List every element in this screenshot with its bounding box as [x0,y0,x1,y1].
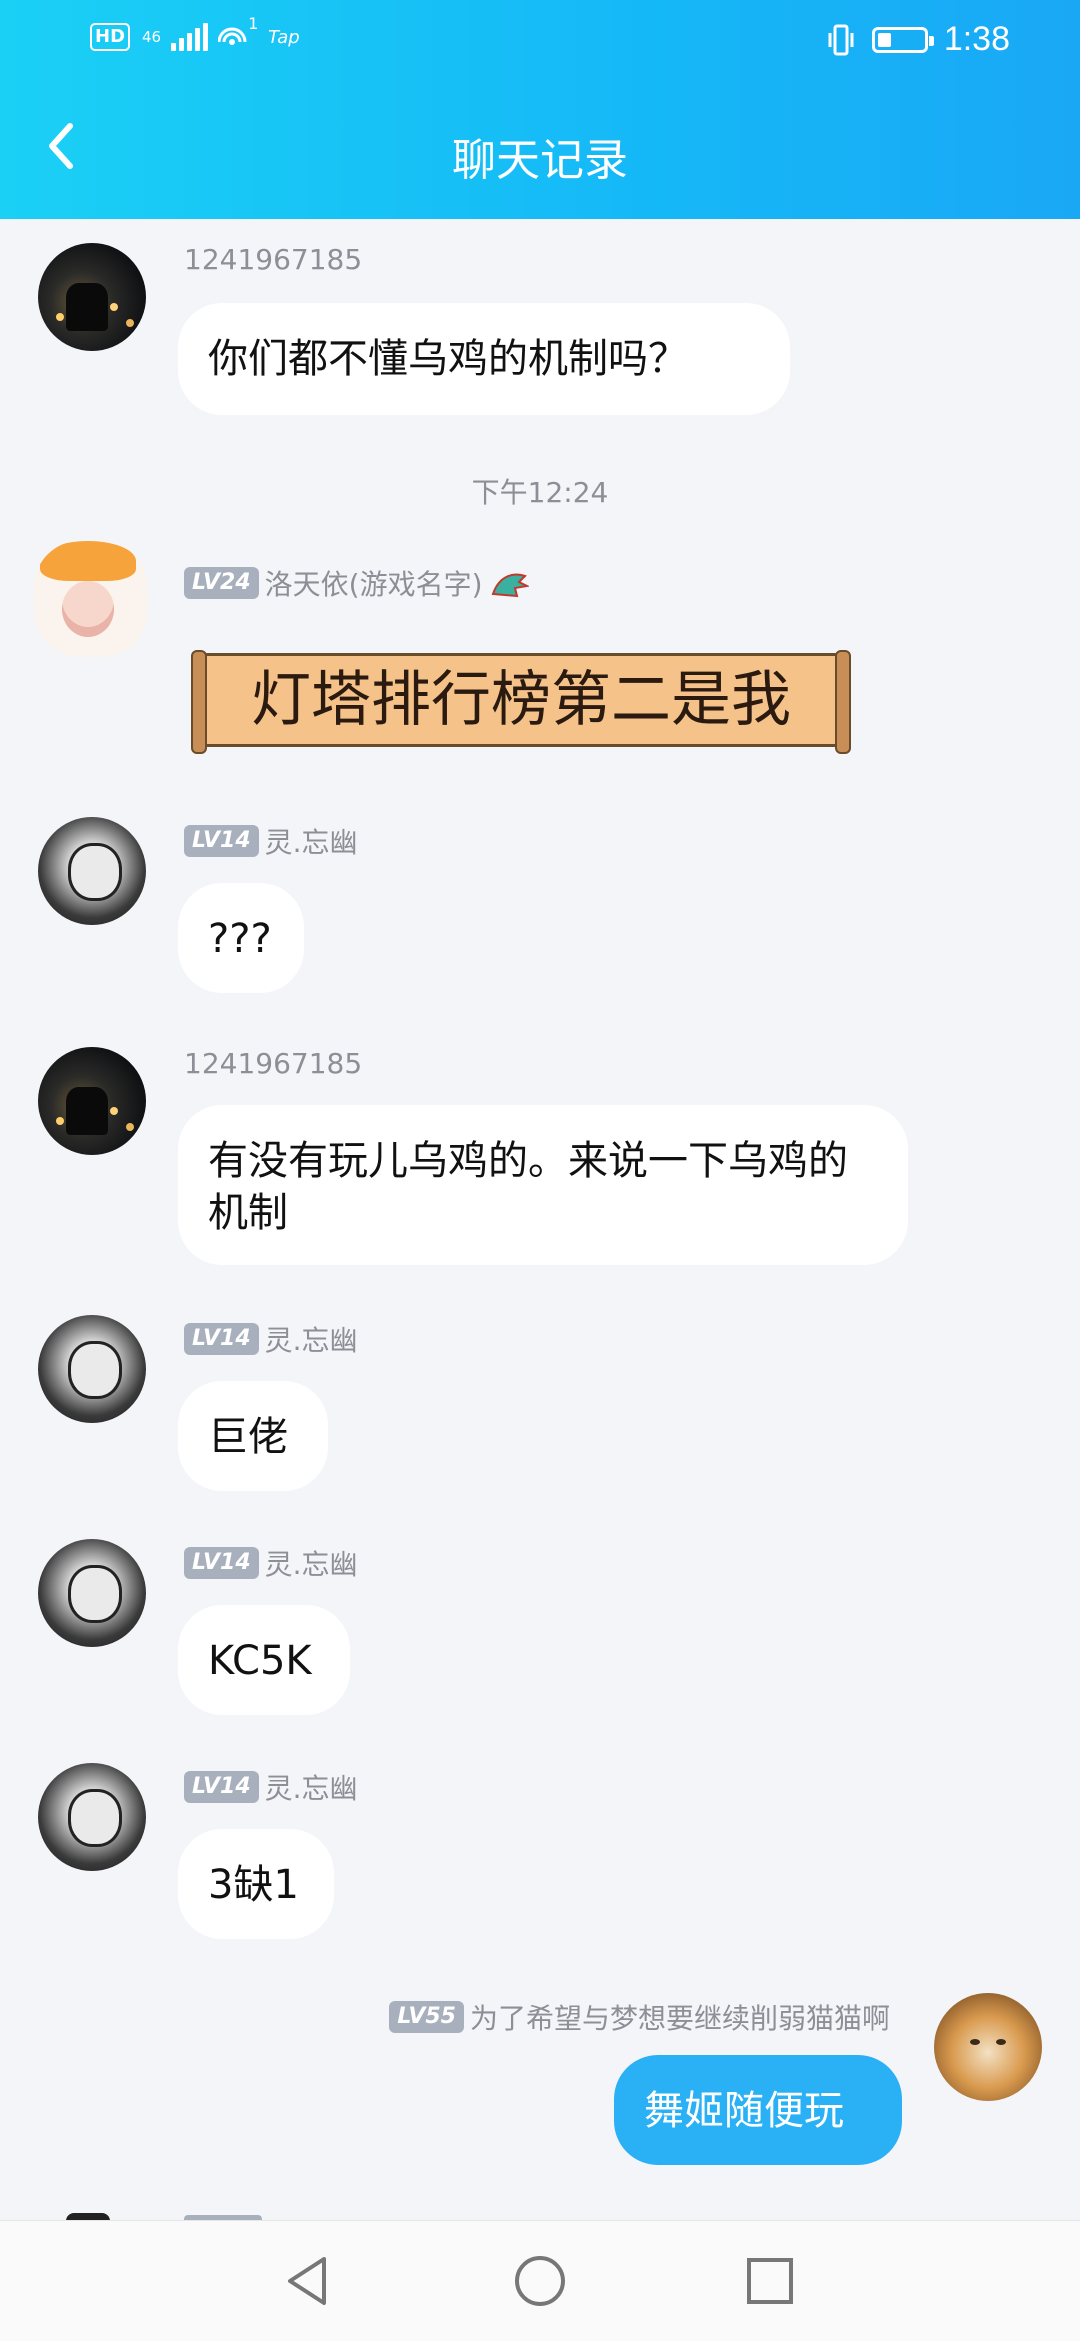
sender-name: LV55 为了希望与梦想要继续削弱猫猫啊 [389,1997,890,2037]
sender-label: 灵.忘幽 [264,1324,358,1357]
nav-recents-button[interactable] [742,2253,798,2309]
message-bubble[interactable]: 3缺1 [178,1829,334,1939]
next-avatar-peek [66,2213,110,2220]
clock: 1:38 [943,20,1010,58]
level-badge: LV14 [184,825,259,857]
message-bubble[interactable]: 巨佬 [178,1381,328,1491]
status-right: 1:38 [826,20,1010,59]
nav-home-button[interactable] [512,2253,568,2309]
avatar[interactable] [38,1539,146,1647]
sender-label: 灵.忘幽 [264,1548,358,1581]
status-left: HD 46 1 Tap [90,14,300,52]
square-recents-icon [747,2258,793,2304]
signal-icon [171,23,209,51]
vibrate-icon [826,23,856,57]
page-title: 聊天记录 [452,135,628,186]
timestamp: 下午12:24 [471,476,609,509]
sender-name: LV14 灵.忘幽 [184,1543,358,1583]
message-bubble-self[interactable]: 舞姬随便玩 [614,2055,902,2165]
circle-home-icon [515,2256,565,2306]
hotspot-count: 1 [248,14,259,33]
message-bubble[interactable]: ??? [178,883,304,993]
hotspot-icon: 1 [217,14,258,52]
network-label: 46 [142,28,162,46]
level-badge: LV14 [184,1547,259,1579]
sender-name: LV24 洛天依(游戏名字) [184,563,529,603]
avatar[interactable] [34,541,148,657]
triangle-back-icon [288,2257,326,2305]
level-badge: LV55 [389,2001,464,2033]
chat-history[interactable]: 1241967185 你们都不懂乌鸡的机制吗？ 下午12:24 LV24 洛天依… [0,219,1080,2220]
avatar[interactable] [38,1047,146,1155]
level-badge: LV14 [184,1771,259,1803]
avatar[interactable] [38,243,146,351]
battery-icon [871,26,934,53]
hd-icon: HD [90,23,131,51]
sender-label: 灵.忘幽 [264,826,358,859]
nav-bar: 聊天记录 [0,84,1080,219]
network-type: 46 [142,28,162,46]
nav-back-button[interactable] [280,2253,336,2309]
system-nav-bar [0,2220,1080,2341]
app-header: HD 46 1 Tap 1:38 聊天记录 [0,0,1080,219]
avatar-self[interactable] [934,1993,1042,2101]
tap-label: Tap [268,26,300,48]
sender-name: LV14 灵.忘幽 [184,821,358,861]
sender-name: LV14 灵.忘幽 [184,1767,358,1807]
sender-label: 为了希望与梦想要继续削弱猫猫啊 [469,2002,890,2035]
message-bubble[interactable]: 你们都不懂乌鸡的机制吗？ [178,303,790,415]
dragon-icon [491,573,529,598]
avatar[interactable] [38,1763,146,1871]
message-bubble[interactable]: 有没有玩儿乌鸡的。来说一下乌鸡的机制 [178,1105,908,1265]
avatar[interactable] [38,817,146,925]
level-badge: LV24 [184,567,259,599]
sender-label: 洛天依(游戏名字) [264,568,483,601]
sender-name: 1241967185 [184,243,362,276]
message-bubble[interactable]: 灯塔排行榜第二是我 [191,650,851,754]
sender-label: 灵.忘幽 [264,1772,358,1805]
sender-label: 1241967185 [184,1047,363,1080]
sender-label: 1241967185 [184,243,363,276]
message-bubble[interactable]: KC5K [178,1605,350,1715]
avatar[interactable] [38,1315,146,1423]
status-bar: HD 46 1 Tap 1:38 [0,0,1080,84]
sender-name: LV14 灵.忘幽 [184,1319,358,1359]
sender-name: 1241967185 [184,1047,362,1080]
level-badge: LV14 [184,1323,259,1355]
